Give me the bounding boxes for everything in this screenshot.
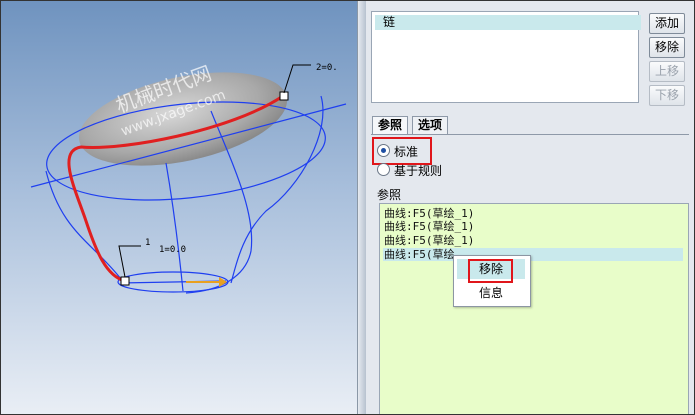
chain-panel: 链 添加 移除 上移 下移 参照 选项 标准 基于规则 参照 曲线:F5(草绘_…	[366, 1, 694, 414]
dim-bottom-marker: 1	[145, 238, 150, 248]
dim-bottom-label: 1=0.0	[159, 245, 186, 255]
radio-rule-based[interactable]: 基于规则	[377, 162, 442, 178]
remove-chain-button[interactable]: 移除	[649, 37, 685, 58]
radio-rule-based-label: 基于规则	[394, 164, 443, 178]
move-up-button[interactable]: 上移	[649, 61, 685, 82]
chain-list-item[interactable]: 链	[375, 15, 641, 30]
standard-highlight-box	[372, 137, 432, 165]
chain-collector[interactable]: 链	[371, 11, 641, 103]
move-down-button[interactable]: 下移	[649, 85, 685, 106]
chain-end-handle[interactable]	[279, 91, 289, 101]
reference-item[interactable]: 曲线:F5(草绘_1)	[384, 207, 474, 220]
graphics-viewport[interactable]: 2=0. 1 1=0.0 机械时代网 www.jxage.com	[1, 1, 357, 414]
reference-item[interactable]: 曲线:F5(草绘_1)	[384, 220, 474, 233]
references-list[interactable]: 曲线:F5(草绘_1) 曲线:F5(草绘_1) 曲线:F5(草绘_1) 曲线:F…	[379, 203, 689, 414]
references-label: 参照	[377, 188, 402, 202]
add-button[interactable]: 添加	[649, 13, 685, 34]
remove-highlight-box	[468, 259, 513, 283]
chain-start-handle[interactable]	[120, 276, 130, 286]
reference-item-selected[interactable]: 曲线:F5(草绘	[384, 248, 455, 261]
tab-reference[interactable]: 参照	[372, 116, 409, 134]
model-canvas: 2=0. 1 1=0.0 机械时代网 www.jxage.com	[30, 61, 347, 294]
dim-top-label: 2=0.	[316, 63, 338, 73]
window: 2=0. 1 1=0.0 机械时代网 www.jxage.com 链 添加 移除…	[0, 0, 695, 415]
context-menu-info[interactable]: 信息	[457, 283, 525, 303]
radio-rule-based-button[interactable]	[377, 163, 390, 176]
direction-arrow	[186, 277, 227, 287]
tab-options[interactable]: 选项	[412, 116, 449, 134]
reference-item[interactable]: 曲线:F5(草绘_1)	[384, 234, 474, 247]
